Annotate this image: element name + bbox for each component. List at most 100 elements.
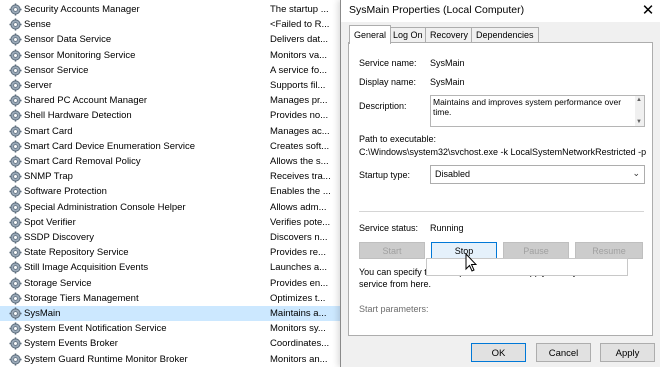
service-row[interactable]: Security Accounts Manager The startup ... (0, 2, 345, 17)
gear-icon (9, 353, 22, 366)
tab-dependencies[interactable]: Dependencies (471, 27, 539, 43)
service-row[interactable]: Sensor Service A service fo... (0, 63, 345, 78)
service-description: Verifies pote... (270, 216, 331, 228)
service-row[interactable]: Smart Card Manages ac... (0, 124, 345, 139)
service-status-label: Service status: (359, 223, 419, 233)
service-name: System Guard Runtime Monitor Broker (24, 353, 188, 365)
scroll-up-icon[interactable]: ▲ (636, 97, 642, 103)
gear-icon (9, 33, 22, 46)
service-row[interactable]: SysMain Maintains a... (0, 306, 345, 322)
service-row[interactable]: System Event Notification Service Monitor… (0, 321, 345, 336)
service-description: Creates soft... (270, 140, 330, 152)
gear-icon (9, 185, 22, 198)
service-row[interactable]: Shared PC Account Manager Manages pr... (0, 93, 345, 108)
service-row[interactable]: Smart Card Removal Policy Allows the s... (0, 154, 345, 169)
gear-icon (9, 201, 22, 214)
resume-button[interactable]: Resume (575, 242, 643, 259)
gear-icon (9, 3, 22, 16)
service-row[interactable]: SNMP Trap Receives tra... (0, 169, 345, 184)
service-row[interactable]: Spot Verifier Verifies pote... (0, 215, 345, 230)
gear-icon (9, 94, 22, 107)
service-description: Provides re... (270, 247, 326, 259)
description-textbox[interactable]: Maintains and improves system performanc… (430, 95, 645, 127)
service-row[interactable]: Sense <Failed to R... (0, 17, 345, 32)
service-name: Shell Hardware Detection (24, 110, 132, 122)
tab-log-on[interactable]: Log On (388, 27, 428, 43)
service-description: Provides no... (270, 110, 329, 122)
service-row[interactable]: Software Protection Enables the ... (0, 184, 345, 199)
ok-button[interactable]: OK (471, 343, 526, 362)
service-name: Security Accounts Manager (24, 4, 140, 15)
description-label: Description: (359, 101, 407, 111)
service-description: Coordinates... (270, 338, 330, 350)
apply-button[interactable]: Apply (600, 343, 655, 362)
service-description: Optimizes t... (270, 292, 326, 304)
service-name: Software Protection (24, 186, 107, 198)
dialog-titlebar[interactable]: SysMain Properties (Local Computer) ✕ (341, 0, 660, 22)
pause-button[interactable]: Pause (503, 242, 569, 259)
service-description: Manages pr... (270, 95, 328, 107)
service-name: SNMP Trap (24, 171, 73, 183)
gear-icon (9, 140, 22, 153)
chevron-down-icon[interactable]: ⌄ (632, 168, 640, 179)
service-description: Allows adm... (270, 201, 327, 213)
service-row[interactable]: System Events Broker Coordinates... (0, 336, 345, 351)
service-name: State Repository Service (24, 247, 129, 259)
service-row[interactable]: Still Image Acquisition Events Launches a… (0, 260, 345, 275)
tab-recovery[interactable]: Recovery (425, 27, 474, 43)
properties-dialog: SysMain Properties (Local Computer) ✕ Ge… (340, 0, 660, 367)
start-button[interactable]: Start (359, 242, 425, 259)
gear-icon (9, 64, 22, 77)
service-row[interactable]: Smart Card Device Enumeration Service Cre… (0, 139, 345, 154)
service-description: Supports fil... (270, 80, 326, 91)
display-name-value: SysMain (430, 77, 465, 87)
gear-icon (9, 261, 22, 274)
service-row[interactable]: State Repository Service Provides re... (0, 245, 345, 260)
start-params-input[interactable] (426, 258, 628, 276)
close-icon[interactable]: ✕ (635, 0, 660, 22)
service-description: Discovers n... (270, 232, 328, 243)
service-name: Still Image Acquisition Events (24, 262, 149, 274)
service-name: Spot Verifier (24, 216, 76, 228)
service-row[interactable]: SSDP Discovery Discovers n... (0, 230, 345, 245)
gear-icon (9, 18, 22, 31)
service-description: Monitors an... (270, 353, 328, 365)
gear-icon (9, 125, 22, 138)
service-description: Maintains a... (270, 308, 327, 319)
service-name: Storage Service (24, 277, 92, 289)
service-name: Server (24, 80, 52, 91)
tab-general[interactable]: General (349, 25, 392, 44)
service-row[interactable]: Storage Service Provides en... (0, 276, 345, 291)
dialog-title: SysMain Properties (Local Computer) (349, 4, 525, 16)
description-scrollbar[interactable]: ▲ ▼ (635, 96, 644, 126)
gear-icon (9, 277, 22, 290)
service-description: <Failed to R... (270, 19, 330, 31)
scroll-down-icon[interactable]: ▼ (636, 119, 642, 125)
service-name: Sensor Service (24, 64, 89, 76)
startup-type-select[interactable]: Disabled ⌄ (430, 165, 645, 184)
service-row[interactable]: Server Supports fil... (0, 78, 345, 93)
cancel-button[interactable]: Cancel (536, 343, 591, 362)
display-name-label: Display name: (359, 77, 417, 87)
service-row[interactable]: Sensor Data Service Delivers dat... (0, 32, 345, 47)
gear-icon (9, 170, 22, 183)
stop-button[interactable]: Stop (431, 242, 497, 259)
service-name: SysMain (24, 308, 61, 319)
service-status-value: Running (430, 223, 464, 233)
service-description: Delivers dat... (270, 34, 329, 46)
service-row[interactable]: Shell Hardware Detection Provides no... (0, 108, 345, 123)
gear-icon (9, 155, 22, 168)
gear-icon (9, 307, 22, 320)
gear-icon (9, 322, 22, 335)
service-row[interactable]: Storage Tiers Management Optimizes t... (0, 291, 345, 306)
service-description: A service fo... (270, 64, 328, 76)
service-name: System Event Notification Service (24, 323, 167, 335)
general-tab-panel: Service name: SysMain Display name: SysM… (348, 42, 653, 336)
service-row[interactable]: Sensor Monitoring Service Monitors va... (0, 48, 345, 63)
gear-icon (9, 79, 22, 92)
path-label: Path to executable: (359, 134, 437, 144)
service-row[interactable]: System Guard Runtime Monitor Broker Monit… (0, 352, 345, 367)
service-row[interactable]: Special Administration Console Helper All… (0, 200, 345, 215)
service-description: Manages ac... (270, 125, 330, 137)
gear-icon (9, 231, 22, 244)
